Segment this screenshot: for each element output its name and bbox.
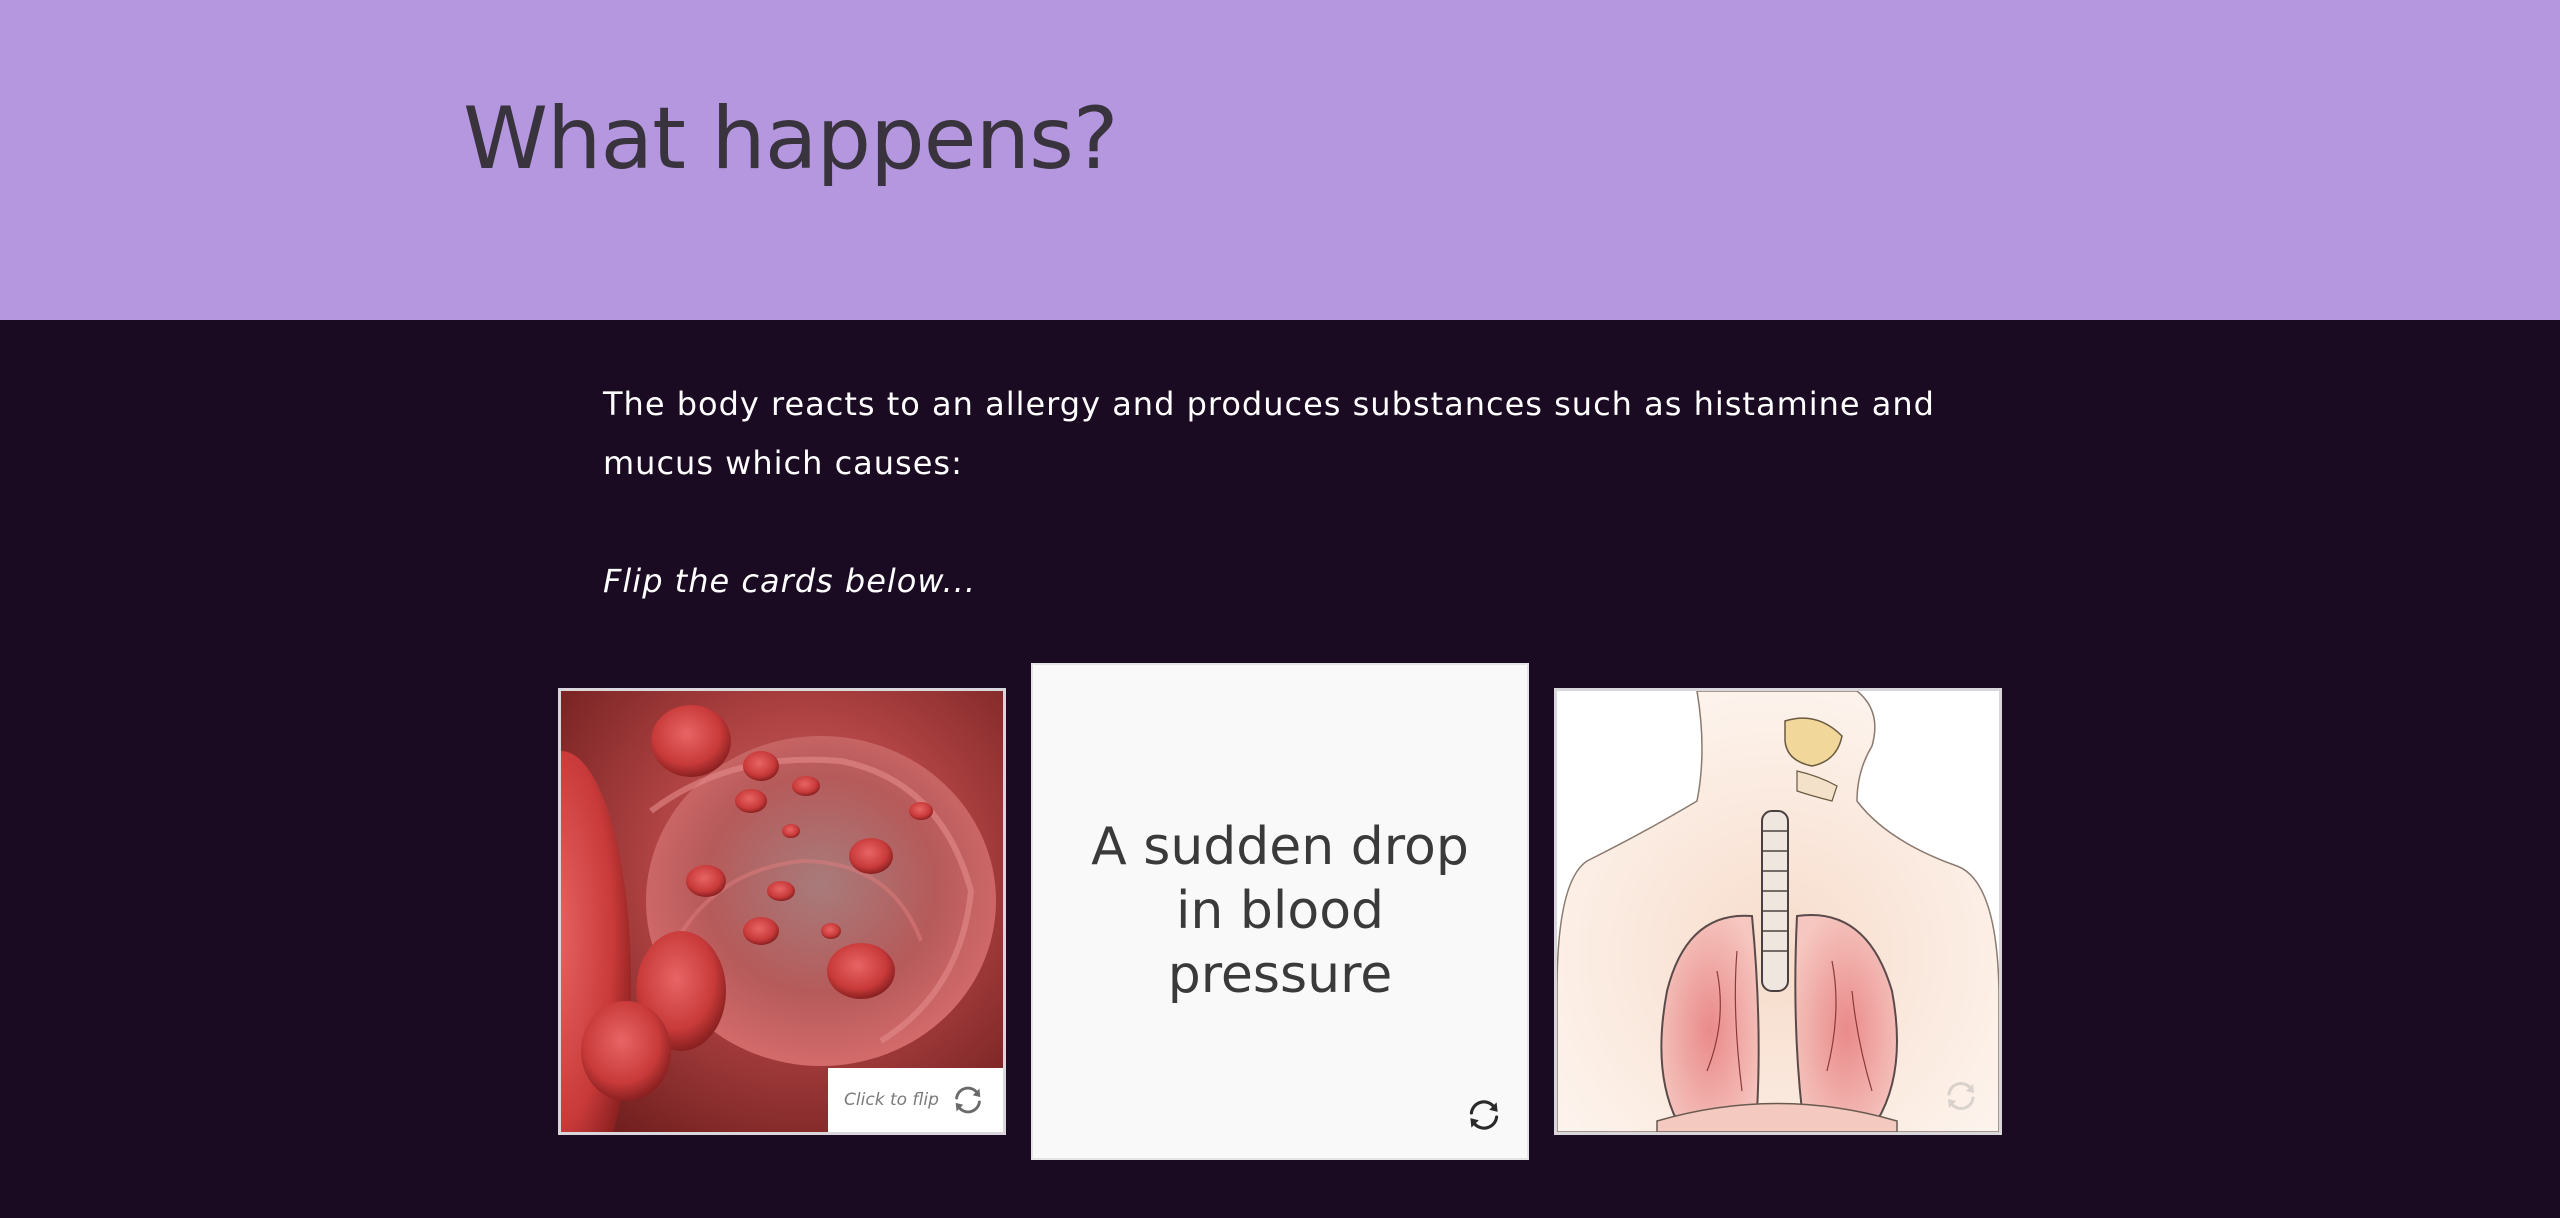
flip-card-blood-cells[interactable]: Click to flip bbox=[558, 688, 1006, 1135]
intro-text: The body reacts to an allergy and produc… bbox=[603, 385, 1935, 482]
flip-card-blood-pressure[interactable]: A sudden drop in blood pressure bbox=[1031, 663, 1529, 1160]
flip-card-respiratory[interactable] bbox=[1554, 688, 2002, 1135]
card-text-blood-pressure: A sudden drop in blood pressure bbox=[1091, 817, 1469, 1005]
flip-icon bbox=[1947, 1082, 1975, 1110]
lungs-respiratory-system-image bbox=[1557, 691, 1999, 1132]
flip-icon bbox=[955, 1086, 981, 1114]
click-to-flip-label: Click to flip bbox=[844, 1090, 939, 1110]
click-to-flip-button[interactable]: Click to flip bbox=[828, 1068, 1003, 1132]
page-header: What happens? bbox=[0, 0, 2560, 320]
flip-icon bbox=[1469, 1100, 1499, 1130]
flip-instruction: Flip the cards below... bbox=[603, 562, 976, 600]
blood-cells-image bbox=[561, 691, 1003, 1132]
page-title: What happens? bbox=[463, 89, 1119, 189]
